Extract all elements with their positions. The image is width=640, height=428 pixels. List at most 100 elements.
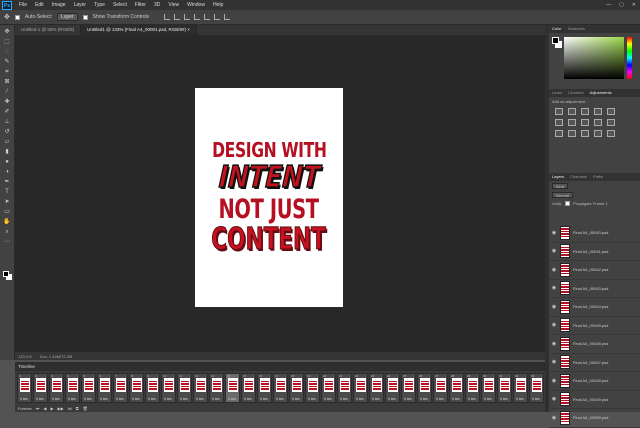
healing-brush-tool-icon[interactable]: ✚	[3, 98, 12, 107]
timeline-frame[interactable]: 60 sec.	[97, 373, 112, 403]
frame-tool-icon[interactable]: ⊠	[3, 78, 12, 87]
frame-duration-dropdown[interactable]: 0 sec.	[274, 397, 287, 401]
menu-layer[interactable]: Layer	[70, 2, 91, 8]
timeline-frame[interactable]: 25 0 sec.	[401, 373, 416, 403]
timeline-frame[interactable]: 30 sec.	[49, 373, 64, 403]
visibility-eye-icon[interactable]: ◉	[551, 359, 557, 365]
timeline-frame[interactable]: 40 sec.	[65, 373, 80, 403]
frame-duration-dropdown[interactable]: 0 sec.	[370, 397, 383, 401]
gradient-map-icon[interactable]	[594, 130, 602, 137]
auto-select-checkbox[interactable]	[14, 14, 20, 20]
layer-filter-dropdown[interactable]: Kind	[552, 182, 569, 189]
eraser-tool-icon[interactable]: ▱	[3, 138, 12, 147]
layer-row[interactable]: ◉ Final A4_00044.psd	[549, 298, 640, 317]
black-white-icon[interactable]	[581, 119, 589, 126]
visibility-eye-icon[interactable]: ◉	[551, 322, 557, 328]
quick-select-tool-icon[interactable]: ✎	[3, 58, 12, 67]
align-right-icon[interactable]	[184, 14, 191, 20]
document-canvas[interactable]: DESIGN WITH INTENT NOT JUST CONTENT	[195, 88, 343, 307]
align-middle-icon[interactable]	[204, 14, 211, 20]
visibility-eye-icon[interactable]: ◉	[551, 304, 557, 310]
timeline-frame[interactable]: 14 0 sec.	[225, 373, 240, 403]
timeline-frame[interactable]: 11 0 sec.	[177, 373, 192, 403]
blend-mode-dropdown[interactable]: Normal	[552, 191, 573, 198]
frame-duration-dropdown[interactable]: 0 sec.	[162, 397, 175, 401]
delete-frame-icon[interactable]: 🗑	[83, 406, 88, 411]
visibility-eye-icon[interactable]: ◉	[551, 230, 557, 236]
timeline-frame[interactable]: 20 sec.	[33, 373, 48, 403]
transform-controls-checkbox[interactable]	[82, 14, 88, 20]
timeline-frame[interactable]: 27 0 sec.	[433, 373, 448, 403]
hue-slider[interactable]	[627, 37, 632, 79]
frame-duration-dropdown[interactable]: 0 sec.	[354, 397, 367, 401]
frame-duration-dropdown[interactable]: 0 sec.	[50, 397, 63, 401]
frame-duration-dropdown[interactable]: 0 sec.	[466, 397, 479, 401]
hand-tool-icon[interactable]: ✋	[3, 218, 12, 227]
propagate-checkbox[interactable]	[565, 201, 571, 206]
timeline-frame[interactable]: 23 0 sec.	[369, 373, 384, 403]
timeline-frame[interactable]: 26 0 sec.	[417, 373, 432, 403]
rectangle-tool-icon[interactable]: ▭	[3, 208, 12, 217]
layer-row[interactable]: ◉ Final A4_00042.psd	[549, 261, 640, 280]
channel-mixer-icon[interactable]	[607, 119, 615, 126]
marquee-tool-icon[interactable]: ⬚	[3, 38, 12, 47]
invert-icon[interactable]	[555, 130, 563, 137]
timeline-frame[interactable]: 17 0 sec.	[273, 373, 288, 403]
frame-duration-dropdown[interactable]: 0 sec.	[114, 397, 127, 401]
play-icon[interactable]: ▶	[50, 406, 53, 411]
frame-duration-dropdown[interactable]: 0 sec.	[34, 397, 47, 401]
timeline-frame[interactable]: 90 sec.	[145, 373, 160, 403]
close-button[interactable]: ✕	[632, 2, 636, 8]
align-left-icon[interactable]	[164, 14, 171, 20]
layer-row[interactable]: ◉ Final A4_00047.psd	[549, 354, 640, 372]
timeline-frame[interactable]: 31 0 sec.	[497, 373, 512, 403]
align-top-icon[interactable]	[194, 14, 201, 20]
next-frame-icon[interactable]: ▶▶	[58, 406, 64, 411]
brush-tool-icon[interactable]: ✐	[3, 108, 12, 117]
frame-duration-dropdown[interactable]: 0 sec.	[434, 397, 447, 401]
frame-duration-dropdown[interactable]: 0 sec.	[226, 397, 239, 401]
menu-3d[interactable]: 3D	[150, 2, 164, 8]
visibility-eye-icon[interactable]: ◉	[551, 285, 557, 291]
canvas-area[interactable]: DESIGN WITH INTENT NOT JUST CONTENT	[15, 35, 545, 355]
lasso-tool-icon[interactable]: ◌	[3, 48, 12, 57]
crop-tool-icon[interactable]: ⌗	[3, 68, 12, 77]
color-balance-icon[interactable]	[568, 119, 576, 126]
timeline-frame[interactable]: 30 0 sec.	[481, 373, 496, 403]
hue-saturation-icon[interactable]	[555, 119, 563, 126]
panel-foreground-swatch[interactable]	[552, 37, 559, 44]
timeline-frame[interactable]: 80 sec.	[129, 373, 144, 403]
zoom-level[interactable]: 133.1%	[18, 354, 32, 359]
frame-duration-dropdown[interactable]: 0 sec.	[306, 397, 319, 401]
gradient-tool-icon[interactable]: ▮	[3, 148, 12, 157]
timeline-frame[interactable]: 20 0 sec.	[321, 373, 336, 403]
timeline-frame[interactable]: 13 0 sec.	[209, 373, 224, 403]
menu-select[interactable]: Select	[109, 2, 131, 8]
frame-duration-dropdown[interactable]: 0 sec.	[402, 397, 415, 401]
visibility-eye-icon[interactable]: ◉	[551, 267, 557, 273]
tab-layers[interactable]: Layers	[552, 173, 564, 181]
vibrance-icon[interactable]	[607, 108, 615, 115]
move-tool-icon[interactable]: ✥	[3, 28, 12, 37]
menu-window[interactable]: Window	[183, 2, 209, 8]
document-tab[interactable]: Untitled1 @ 133% (Final A4_00001.psd, RG…	[81, 25, 197, 35]
align-bottom-icon[interactable]	[214, 14, 221, 20]
selective-color-icon[interactable]	[607, 130, 615, 137]
frame-duration-dropdown[interactable]: 0 sec.	[386, 397, 399, 401]
distribute-icon[interactable]	[224, 14, 231, 20]
frame-duration-dropdown[interactable]: 0 sec.	[130, 397, 143, 401]
threshold-icon[interactable]	[581, 130, 589, 137]
more-tools-icon[interactable]: ⋯	[3, 238, 12, 247]
prev-frame-icon[interactable]: ◀	[43, 406, 46, 411]
timeline-frame[interactable]: 19 0 sec.	[305, 373, 320, 403]
timeline-frame[interactable]: 21 0 sec.	[337, 373, 352, 403]
frame-duration-dropdown[interactable]: 0 sec.	[290, 397, 303, 401]
menu-filter[interactable]: Filter	[131, 2, 150, 8]
loop-dropdown[interactable]: Forever	[18, 406, 32, 411]
timeline-frame[interactable]: 70 sec.	[113, 373, 128, 403]
menu-file[interactable]: File	[15, 2, 31, 8]
type-tool-icon[interactable]: T	[3, 188, 12, 197]
menu-view[interactable]: View	[164, 2, 183, 8]
tab-libraries[interactable]: Libraries	[568, 89, 583, 97]
history-brush-tool-icon[interactable]: ↺	[3, 128, 12, 137]
